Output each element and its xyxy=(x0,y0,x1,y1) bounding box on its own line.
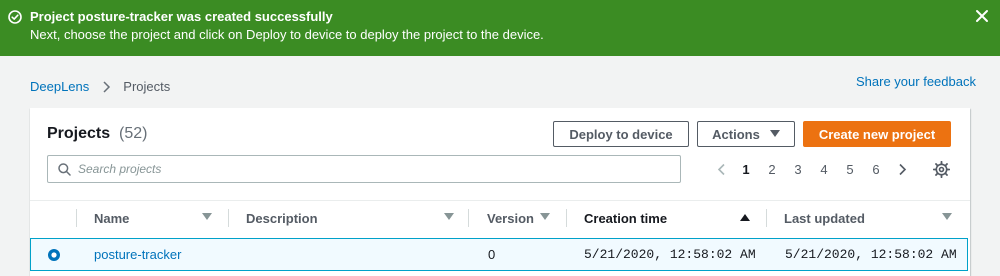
page-6-button[interactable]: 6 xyxy=(867,158,885,180)
breadcrumb: DeepLens Projects xyxy=(30,79,170,94)
chevron-right-icon xyxy=(103,80,111,93)
column-label: Description xyxy=(246,211,318,226)
project-creation-time: 5/21/2020, 12:58:02 AM xyxy=(584,247,756,262)
flash-title: Project posture-tracker was created succ… xyxy=(30,9,333,24)
chevron-right-icon xyxy=(898,163,906,175)
create-button-label: Create new project xyxy=(818,126,936,142)
success-check-icon xyxy=(8,10,22,24)
project-count: (52) xyxy=(119,125,148,142)
share-feedback-link[interactable]: Share your feedback xyxy=(856,74,976,89)
breadcrumb-deeplens-link[interactable]: DeepLens xyxy=(30,79,89,94)
column-header-creation-time[interactable]: Creation time xyxy=(566,201,766,235)
deploy-to-device-button[interactable]: Deploy to device xyxy=(553,121,689,147)
sort-ascending-icon xyxy=(740,214,750,221)
project-last-updated: 5/21/2020, 12:58:02 AM xyxy=(785,247,957,262)
panel-title: Projects xyxy=(47,125,111,142)
project-version: 0 xyxy=(488,247,496,262)
close-icon[interactable] xyxy=(974,8,990,24)
search-icon xyxy=(58,163,71,176)
projects-panel: Projects (52) Deploy to device Actions C… xyxy=(30,108,970,276)
page-1-button[interactable]: 1 xyxy=(737,158,755,180)
search-box xyxy=(47,155,681,183)
column-header-name[interactable]: Name xyxy=(76,201,228,235)
column-header-last-updated[interactable]: Last updated xyxy=(766,201,970,235)
gear-icon[interactable] xyxy=(933,161,950,178)
page-2-button[interactable]: 2 xyxy=(763,158,781,180)
breadcrumb-current: Projects xyxy=(123,79,171,94)
actions-dropdown-button[interactable]: Actions xyxy=(697,121,795,147)
sort-caret-icon xyxy=(540,213,550,220)
table-header: Name Description Version Creation time L… xyxy=(30,200,970,234)
next-page-button[interactable] xyxy=(894,158,910,180)
previous-page-button[interactable] xyxy=(713,158,729,180)
flash-message: Next, choose the project and click on De… xyxy=(30,27,544,42)
search-input[interactable] xyxy=(78,159,668,179)
caret-down-icon xyxy=(769,130,780,137)
sort-caret-icon xyxy=(942,213,952,220)
page-4-button[interactable]: 4 xyxy=(815,158,833,180)
column-header-description[interactable]: Description xyxy=(228,201,468,235)
column-label: Last updated xyxy=(784,211,865,226)
deploy-button-label: Deploy to device xyxy=(569,126,673,142)
actions-button-label: Actions xyxy=(712,126,760,142)
radio-selected-icon[interactable] xyxy=(47,248,61,262)
success-flash-banner: Project posture-tracker was created succ… xyxy=(0,0,1000,56)
sort-caret-icon xyxy=(444,213,454,220)
column-label: Version xyxy=(487,211,534,226)
project-name-link[interactable]: posture-tracker xyxy=(94,247,181,262)
page-3-button[interactable]: 3 xyxy=(789,158,807,180)
column-label: Creation time xyxy=(584,211,668,226)
chevron-left-icon xyxy=(717,163,725,175)
page-5-button[interactable]: 5 xyxy=(841,158,859,180)
create-new-project-button[interactable]: Create new project xyxy=(803,121,951,147)
column-label: Name xyxy=(94,211,130,226)
table-row[interactable]: posture-tracker 0 5/21/2020, 12:58:02 AM… xyxy=(30,238,968,271)
column-header-version[interactable]: Version xyxy=(468,201,566,235)
sort-caret-icon xyxy=(202,213,212,220)
